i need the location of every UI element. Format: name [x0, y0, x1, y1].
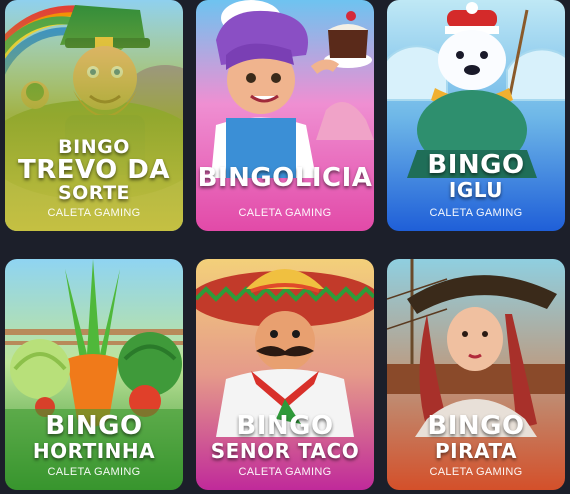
game-title-line-1: BINGO [236, 411, 334, 441]
game-provider: CALETA GAMING [429, 207, 523, 219]
game-title-line-2: IGLU [448, 178, 504, 202]
game-card-bingo-trevo-da-sorte[interactable]: BINGO TREVO DA SORTE CALETA GAMING [5, 0, 183, 231]
game-provider: CALETA GAMING [429, 466, 523, 478]
game-provider: CALETA GAMING [238, 466, 332, 478]
game-card-bingo-pirata[interactable]: BINGO PIRATA CALETA GAMING [387, 259, 565, 490]
game-title-line-1: BINGO [427, 150, 525, 180]
game-card-bingo-hortinha[interactable]: BINGO HORTINHA CALETA GAMING [5, 259, 183, 490]
game-title-line-1: BINGOLICIA [197, 163, 373, 193]
game-title-line-2: HORTINHA [32, 439, 156, 463]
game-card-bingo-iglu[interactable]: BINGO IGLU CALETA GAMING [387, 0, 565, 231]
game-provider: CALETA GAMING [47, 207, 141, 219]
game-grid: BINGO TREVO DA SORTE CALETA GAMING BINGO… [0, 0, 570, 494]
game-title-line-2: TREVO DA [17, 155, 171, 185]
game-card-bingolicia[interactable]: BINGOLICIA CALETA GAMING [196, 0, 374, 231]
game-title-line-3: SORTE [57, 182, 131, 204]
game-provider: CALETA GAMING [238, 207, 332, 219]
game-title-line-1: BINGO [427, 411, 525, 441]
game-card-bingo-senor-taco[interactable]: BINGO SENOR TACO CALETA GAMING [196, 259, 374, 490]
game-title-line-2: SENOR TACO [210, 439, 360, 463]
baker-woman-illustration [196, 0, 374, 231]
game-title-line-1: BINGO [45, 411, 143, 441]
game-provider: CALETA GAMING [47, 466, 141, 478]
game-title-line-2: PIRATA [435, 439, 517, 463]
